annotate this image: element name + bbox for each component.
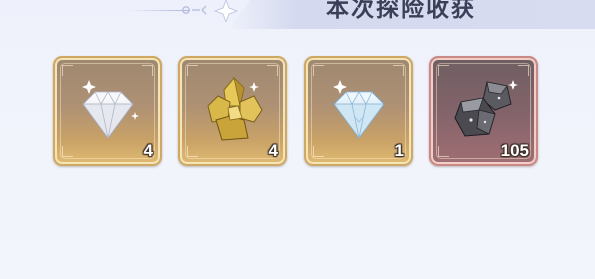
blue-diamond-icon: [333, 80, 385, 139]
page-title: 本次探险收获: [326, 0, 476, 22]
item-count: 105: [500, 141, 529, 160]
reward-header: 本次探险收获: [0, 0, 595, 36]
reward-slot[interactable]: 4: [53, 56, 162, 166]
gold-ore-crystal-icon: [207, 76, 263, 141]
white-diamond-icon: [82, 80, 139, 139]
sparkle-ornament-icon: [182, 0, 239, 22]
iron-ore-icon: [454, 80, 518, 137]
item-count: 4: [268, 141, 278, 160]
item-count: 1: [394, 141, 404, 160]
reward-slot[interactable]: 4: [178, 56, 287, 166]
reward-slot[interactable]: 1: [304, 56, 413, 166]
item-count: 4: [143, 141, 153, 160]
reward-slot[interactable]: 105: [429, 56, 538, 166]
